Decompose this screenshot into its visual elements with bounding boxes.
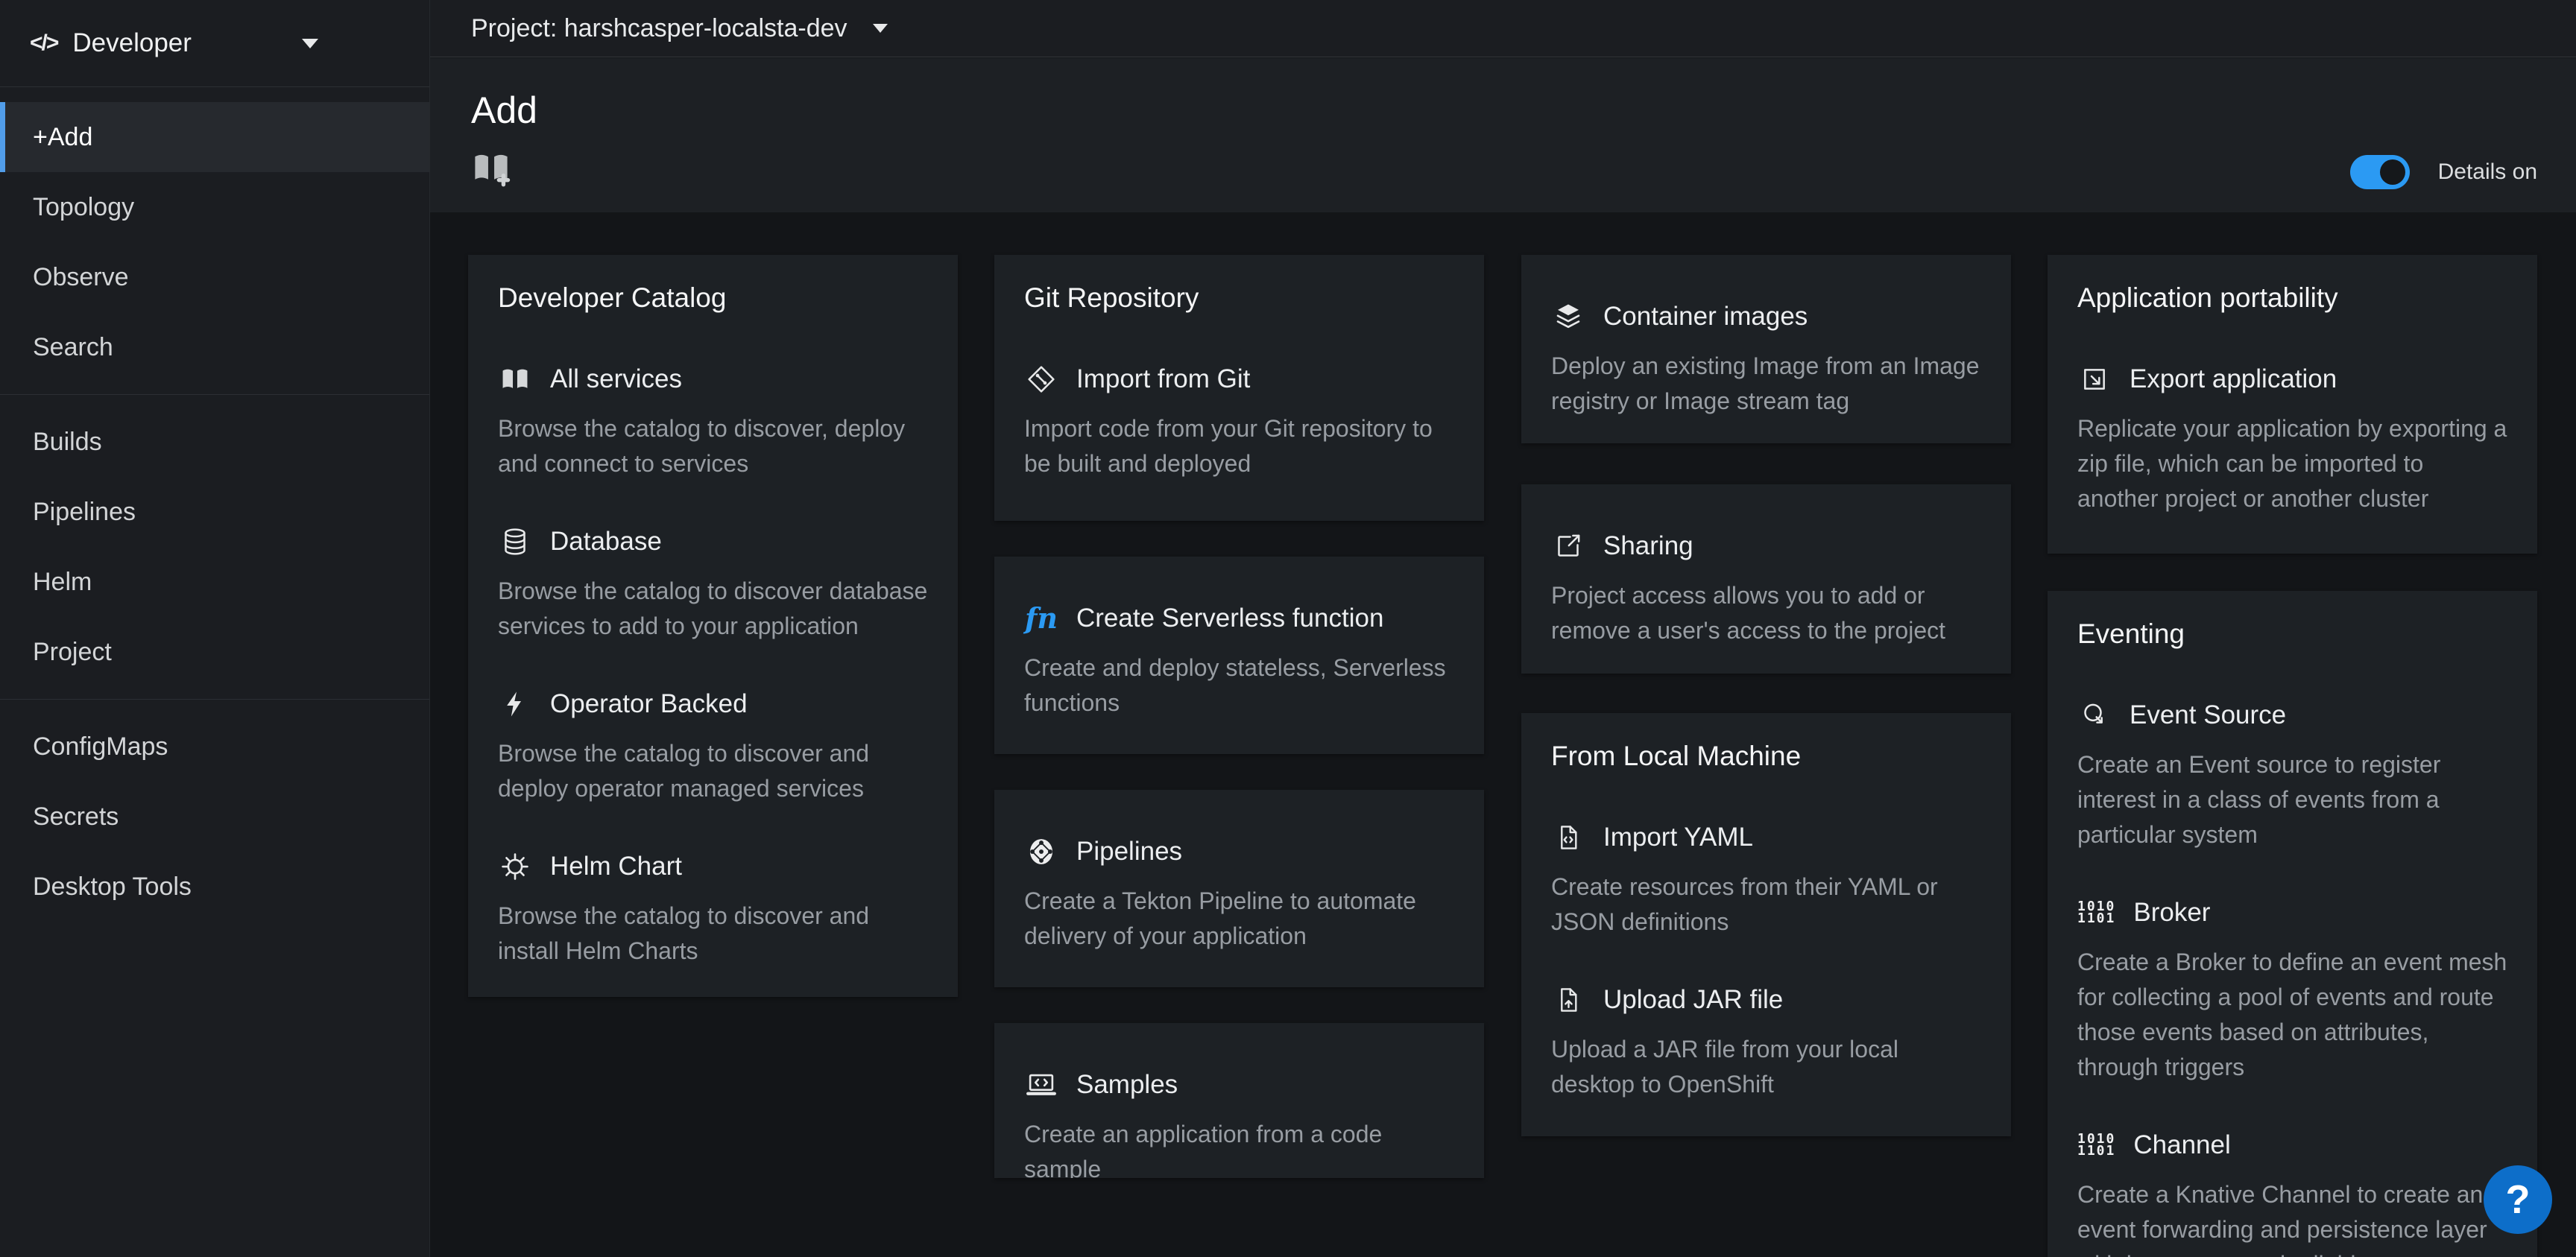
container-layers-icon — [1551, 300, 1585, 334]
sidebar-item-secrets[interactable]: Secrets — [0, 782, 429, 852]
card-application-portability: Application portability Export applicati… — [2048, 255, 2537, 554]
item-pipelines[interactable]: Pipelines Create a Tekton Pipeline to au… — [1024, 835, 1454, 954]
switch-knob — [2380, 159, 2405, 185]
details-switch-label: Details on — [2438, 159, 2537, 185]
page-title: Add — [471, 89, 2576, 131]
item-broker[interactable]: 10101101 Broker Create a Broker to defin… — [2077, 896, 2507, 1085]
sidebar-item-project[interactable]: Project — [0, 617, 429, 687]
sidebar-item-desktop-tools[interactable]: Desktop Tools — [0, 852, 429, 922]
card-from-local-machine: From Local Machine Import YAML Create re… — [1521, 713, 2011, 1136]
sidebar-item-configmaps[interactable]: ConfigMaps — [0, 712, 429, 782]
file-upload-icon — [1551, 983, 1585, 1017]
file-code-icon — [1551, 820, 1585, 855]
masthead: Project: harshcasper-localsta-dev — [430, 0, 2576, 57]
card-title: Git Repository — [1024, 282, 1454, 314]
database-icon — [498, 525, 532, 559]
sidebar-item-topology[interactable]: Topology — [0, 172, 429, 242]
card-sharing: Sharing Project access allows you to add… — [1521, 484, 2011, 674]
samples-laptop-icon — [1024, 1068, 1058, 1102]
helm-wheel-icon — [498, 849, 532, 884]
sidebar: </> Developer +Add Topology Observe Sear… — [0, 0, 430, 1257]
details-switch[interactable] — [2350, 155, 2410, 189]
lightning-bolt-icon — [498, 687, 532, 721]
item-all-services[interactable]: All services Browse the catalog to disco… — [498, 362, 928, 481]
item-event-source[interactable]: Event Source Create an Event source to r… — [2077, 698, 2507, 852]
export-application-icon — [2077, 362, 2112, 396]
project-selector-label: Project: harshcasper-localsta-dev — [471, 14, 847, 43]
item-samples[interactable]: Samples Create an application from a cod… — [1024, 1068, 1454, 1178]
card-title: Developer Catalog — [498, 282, 928, 314]
item-export-application[interactable]: Export application Replicate your applic… — [2077, 362, 2507, 516]
sidebar-item-observe[interactable]: Observe — [0, 242, 429, 312]
card-serverless-function: fn Create Serverless function Create and… — [994, 557, 1484, 754]
nav-divider — [0, 394, 429, 395]
card-container-images: Container images Deploy an existing Imag… — [1521, 255, 2011, 443]
item-sharing[interactable]: Sharing Project access allows you to add… — [1551, 529, 1981, 648]
perspective-switcher[interactable]: </> Developer — [0, 0, 429, 87]
sidebar-item-add[interactable]: +Add — [0, 102, 429, 172]
item-import-from-git[interactable]: Import from Git Import code from your Gi… — [1024, 362, 1454, 481]
nav-divider — [0, 699, 429, 700]
item-container-images[interactable]: Container images Deploy an existing Imag… — [1551, 300, 1981, 419]
serverless-fn-icon: fn — [1024, 601, 1058, 636]
perspective-label: Developer — [72, 28, 192, 58]
catalog-book-icon — [498, 362, 532, 396]
share-icon — [1551, 529, 1585, 563]
card-eventing: Eventing Event Source Create an Event so… — [2048, 591, 2537, 1257]
add-page-content: Developer Catalog All services Browse th… — [430, 212, 2576, 1257]
sidebar-nav: +Add Topology Observe Search Builds Pipe… — [0, 87, 429, 922]
card-samples: Samples Create an application from a cod… — [994, 1023, 1484, 1178]
item-create-serverless-function[interactable]: fn Create Serverless function Create and… — [1024, 601, 1454, 721]
item-helm-chart[interactable]: Helm Chart Browse the catalog to discove… — [498, 849, 928, 969]
item-operator-backed[interactable]: Operator Backed Browse the catalog to di… — [498, 687, 928, 806]
quick-start-book-plus-icon[interactable] — [471, 148, 511, 188]
card-title: From Local Machine — [1551, 740, 1981, 773]
binary-icon: 10101101 — [2077, 896, 2115, 930]
card-pipelines: Pipelines Create a Tekton Pipeline to au… — [994, 790, 1484, 987]
code-icon: </> — [30, 31, 57, 56]
help-button-label: ? — [2506, 1177, 2531, 1223]
chevron-down-icon — [873, 24, 888, 33]
sidebar-item-pipelines[interactable]: Pipelines — [0, 477, 429, 547]
tekton-pipelines-icon — [1024, 835, 1058, 869]
sidebar-item-helm[interactable]: Helm — [0, 547, 429, 617]
card-git-repository: Git Repository Import from Git Import co… — [994, 255, 1484, 521]
event-source-icon — [2077, 698, 2112, 732]
item-upload-jar-file[interactable]: Upload JAR file Upload a JAR file from y… — [1551, 983, 1981, 1102]
sidebar-item-search[interactable]: Search — [0, 312, 429, 382]
item-import-yaml[interactable]: Import YAML Create resources from their … — [1551, 820, 1981, 940]
item-channel[interactable]: 10101101 Channel Create a Knative Channe… — [2077, 1128, 2507, 1257]
details-control: Details on — [2350, 155, 2537, 189]
help-button[interactable]: ? — [2484, 1165, 2552, 1234]
sidebar-item-builds[interactable]: Builds — [0, 407, 429, 477]
card-title: Eventing — [2077, 618, 2507, 650]
card-developer-catalog: Developer Catalog All services Browse th… — [468, 255, 958, 997]
binary-icon: 10101101 — [2077, 1128, 2115, 1162]
item-database[interactable]: Database Browse the catalog to discover … — [498, 525, 928, 644]
project-selector[interactable]: Project: harshcasper-localsta-dev — [471, 14, 888, 43]
card-title: Application portability — [2077, 282, 2507, 314]
git-icon — [1024, 362, 1058, 396]
page-header: Add Details on — [430, 58, 2576, 212]
chevron-down-icon — [302, 39, 318, 48]
